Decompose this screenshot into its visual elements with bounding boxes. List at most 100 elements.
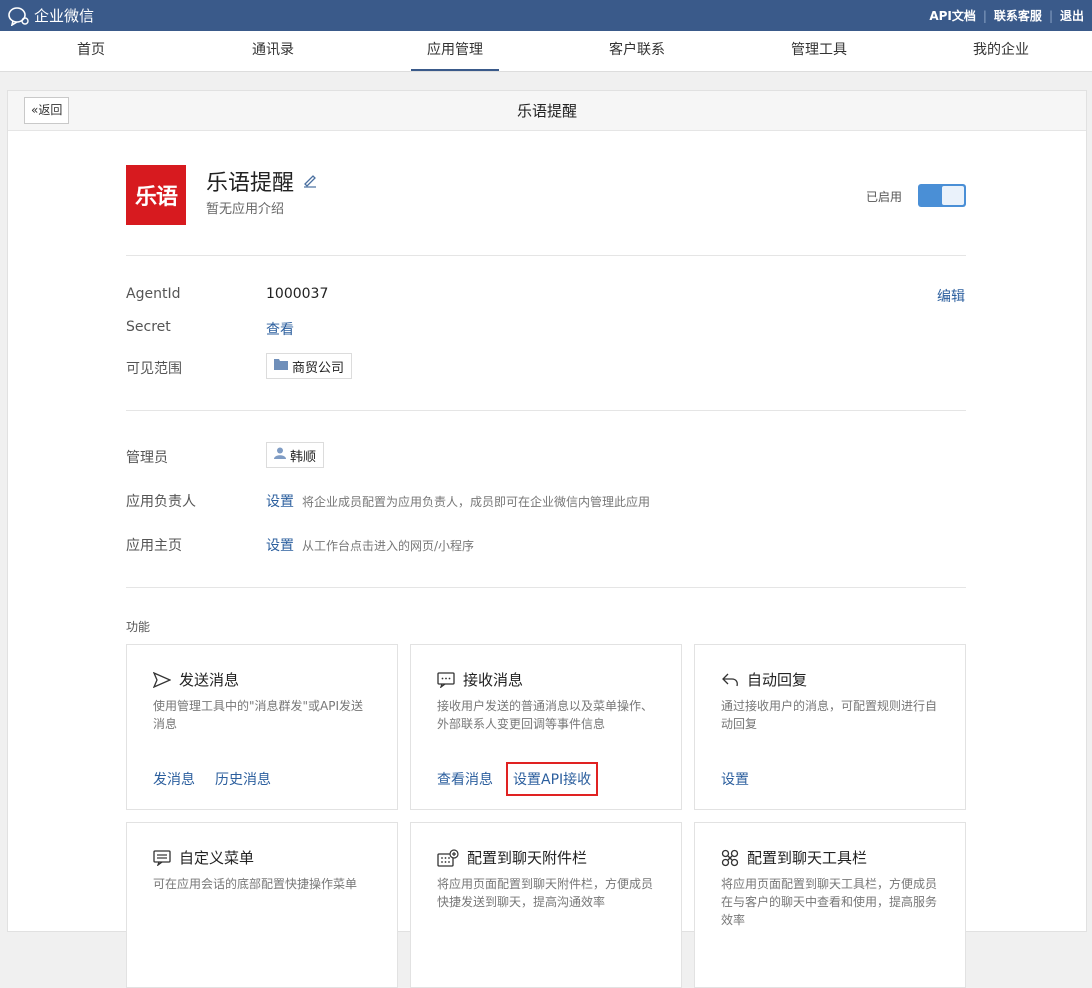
feature-card-chat-toolbar: 配置到聊天工具栏 将应用页面配置到聊天工具栏，方便成员在与客户的聊天中查看和使用… — [694, 822, 966, 988]
set-api-receive-link[interactable]: 设置API接收 — [505, 762, 599, 796]
card-title: 发送消息 — [153, 669, 239, 690]
divider — [126, 410, 966, 411]
reply-icon — [721, 672, 739, 688]
top-bar: 企业微信 API文档 | 联系客服 | 退出 — [0, 0, 1092, 31]
tab-label: 通讯录 — [252, 42, 294, 58]
message-icon — [437, 671, 455, 688]
view-secret-link[interactable]: 查看 — [266, 319, 294, 339]
owner-set-link[interactable]: 设置 — [266, 494, 294, 510]
app-detail-panel: «返回 乐语提醒 乐语 乐语提醒 暂无应用介绍 已启用 AgentId 1000… — [7, 90, 1087, 988]
tab-contacts[interactable]: 通讯录 — [182, 31, 364, 71]
card-description: 将应用页面配置到聊天附件栏，方便成员快捷发送到聊天，提高沟通效率 — [437, 877, 654, 909]
owner-row: 设置 将企业成员配置为应用负责人，成员即可在企业微信内管理此应用 — [266, 491, 650, 511]
agentid-label: AgentId — [126, 286, 181, 302]
visibility-chip[interactable]: 商贸公司 — [266, 353, 353, 379]
card-title-text: 发送消息 — [179, 671, 240, 689]
features-section-title: 功能 — [126, 620, 151, 634]
main-nav: 首页 通讯录 应用管理 客户联系 管理工具 我的企业 — [0, 31, 1092, 72]
auto-reply-set-link[interactable]: 设置 — [721, 769, 749, 789]
card-description: 使用管理工具中的"消息群发"或API发送消息 — [153, 699, 364, 731]
feature-card-receive-message: 接收消息 接收用户发送的普通消息以及菜单操作、外部联系人变更回调等事件信息 查看… — [410, 644, 682, 810]
app-icon: 乐语 — [126, 165, 186, 225]
enable-toggle[interactable] — [918, 184, 966, 207]
card-title-text: 配置到聊天工具栏 — [747, 849, 868, 867]
card-title-text: 自定义菜单 — [179, 849, 255, 867]
edit-pencil-icon[interactable] — [302, 169, 318, 194]
homepage-row: 设置 从工作台点击进入的网页/小程序 — [266, 535, 474, 555]
admin-label: 管理员 — [126, 450, 168, 466]
card-title: 配置到聊天附件栏 — [437, 847, 587, 868]
feature-card-auto-reply: 自动回复 通过接收用户的消息，可配置规则进行自动回复 设置 — [694, 644, 966, 810]
panel-header: «返回 乐语提醒 — [8, 91, 1086, 131]
app-name: 乐语提醒 — [206, 165, 318, 197]
app-name-text: 乐语提醒 — [206, 171, 295, 196]
feature-card-chat-attachment: 配置到聊天附件栏 将应用页面配置到聊天附件栏，方便成员快捷发送到聊天，提高沟通效… — [410, 822, 682, 988]
logout-link[interactable]: 退出 — [1060, 7, 1084, 24]
card-title: 接收消息 — [437, 669, 523, 690]
message-history-link[interactable]: 历史消息 — [215, 769, 271, 789]
attachment-icon — [437, 848, 459, 867]
status-label: 已启用 — [866, 190, 903, 204]
tab-label: 客户联系 — [609, 42, 665, 58]
agentid-value: 1000037 — [266, 286, 329, 302]
tab-label: 我的企业 — [973, 42, 1029, 58]
app-description: 暂无应用介绍 — [206, 202, 285, 217]
divider — [126, 255, 966, 256]
separator: | — [1048, 8, 1053, 23]
send-message-link[interactable]: 发消息 — [153, 769, 195, 789]
card-title-text: 自动回复 — [747, 671, 808, 689]
feature-card-custom-menu: 自定义菜单 可在应用会话的底部配置快捷操作菜单 — [126, 822, 398, 988]
back-button[interactable]: «返回 — [24, 97, 70, 124]
visibility-value: 商贸公司 — [292, 360, 345, 376]
card-description: 通过接收用户的消息，可配置规则进行自动回复 — [721, 699, 938, 731]
card-title-text: 配置到聊天附件栏 — [467, 849, 588, 867]
homepage-set-link[interactable]: 设置 — [266, 538, 294, 554]
tab-label: 管理工具 — [791, 42, 847, 58]
toggle-knob — [942, 186, 964, 205]
menu-icon — [153, 849, 171, 866]
tab-label: 首页 — [77, 42, 105, 58]
homepage-hint: 从工作台点击进入的网页/小程序 — [302, 539, 475, 553]
edit-link[interactable]: 编辑 — [937, 286, 965, 306]
card-actions: 发消息 历史消息 — [153, 769, 271, 789]
user-icon — [274, 447, 286, 463]
contact-support-link[interactable]: 联系客服 — [994, 7, 1042, 24]
admin-chip[interactable]: 韩顺 — [266, 442, 325, 468]
secret-label: Secret — [126, 319, 171, 335]
separator: | — [982, 8, 987, 23]
homepage-label: 应用主页 — [126, 538, 182, 554]
card-actions: 查看消息 设置API接收 — [437, 762, 599, 796]
tab-app-management[interactable]: 应用管理 — [364, 31, 546, 71]
feature-card-send-message: 发送消息 使用管理工具中的"消息群发"或API发送消息 发消息 历史消息 — [126, 644, 398, 810]
card-actions: 设置 — [721, 769, 749, 789]
folder-icon — [274, 358, 288, 374]
card-description: 接收用户发送的普通消息以及菜单操作、外部联系人变更回调等事件信息 — [437, 699, 654, 731]
send-icon — [153, 671, 171, 688]
card-title: 自定义菜单 — [153, 847, 254, 868]
back-label: 返回 — [38, 103, 63, 117]
owner-label: 应用负责人 — [126, 494, 196, 510]
top-links: API文档 | 联系客服 | 退出 — [929, 7, 1084, 24]
tab-my-company[interactable]: 我的企业 — [910, 31, 1092, 71]
admin-value: 韩顺 — [290, 449, 317, 465]
tab-customer-contact[interactable]: 客户联系 — [546, 31, 728, 71]
app-icon-text: 乐语 — [134, 185, 178, 210]
page-title: 乐语提醒 — [516, 102, 577, 120]
brand-logo[interactable]: 企业微信 — [8, 5, 94, 26]
card-title: 自动回复 — [721, 669, 807, 690]
tab-management-tools[interactable]: 管理工具 — [728, 31, 910, 71]
tab-home[interactable]: 首页 — [0, 31, 182, 71]
wecom-logo-icon — [8, 6, 30, 26]
card-description: 可在应用会话的底部配置快捷操作菜单 — [153, 877, 358, 891]
divider — [126, 587, 966, 588]
view-messages-link[interactable]: 查看消息 — [437, 769, 493, 789]
api-docs-link[interactable]: API文档 — [929, 7, 976, 24]
card-title: 配置到聊天工具栏 — [721, 847, 867, 868]
toolbar-icon — [721, 849, 739, 867]
card-title-text: 接收消息 — [463, 671, 524, 689]
brand-name: 企业微信 — [34, 7, 95, 25]
owner-hint: 将企业成员配置为应用负责人，成员即可在企业微信内管理此应用 — [302, 495, 651, 509]
tab-label: 应用管理 — [411, 32, 499, 71]
card-description: 将应用页面配置到聊天工具栏，方便成员在与客户的聊天中查看和使用，提高服务效率 — [721, 877, 938, 927]
visibility-label: 可见范围 — [126, 361, 182, 377]
